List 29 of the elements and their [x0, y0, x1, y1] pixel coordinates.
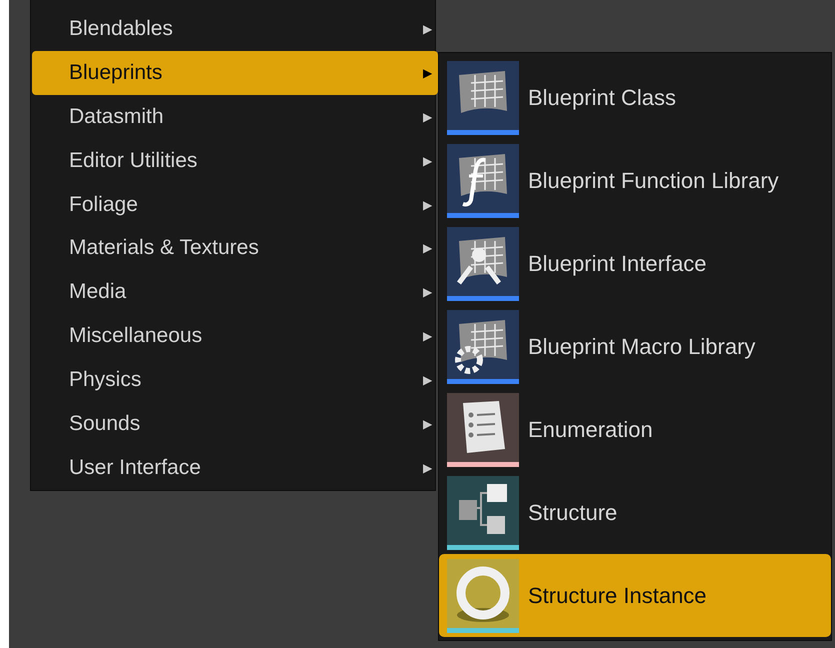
- menu-item[interactable]: Editor Utilities ▶: [32, 138, 438, 183]
- submenu-item[interactable]: Structure Instance: [439, 554, 831, 637]
- submenu-arrow-icon: ▶: [423, 22, 432, 36]
- submenu-arrow-icon: ▶: [423, 241, 432, 256]
- submenu-arrow-icon: ▶: [423, 373, 432, 388]
- submenu-item[interactable]: Enumeration: [439, 388, 831, 471]
- menu-item[interactable]: Blueprints ▶: [32, 50, 438, 95]
- submenu-item[interactable]: Structure: [439, 471, 831, 554]
- submenu-arrow-icon: ▶: [423, 329, 432, 344]
- submenu-arrow-icon: ▶: [423, 198, 432, 212]
- menu-item[interactable]: User Interface ▶: [32, 446, 438, 490]
- submenu-item[interactable]: Blueprint Macro Library: [439, 305, 831, 388]
- menu-item[interactable]: Sounds ▶: [32, 402, 438, 446]
- menu-item[interactable]: Datasmith ▶: [32, 94, 438, 139]
- submenu-item[interactable]: Blueprint Interface: [439, 222, 831, 305]
- menu-item[interactable]: Blendables ▶: [32, 7, 438, 51]
- menu-item[interactable]: Materials & Textures ▶: [32, 226, 438, 270]
- menu-item[interactable]: Physics ▶: [32, 358, 438, 402]
- submenu-arrow-icon: ▶: [423, 417, 432, 432]
- submenu-arrow-icon: ▶: [423, 285, 432, 300]
- menu-item[interactable]: Miscellaneous ▶: [32, 314, 438, 358]
- menu-item[interactable]: Foliage ▶: [32, 182, 438, 227]
- submenu-arrow-icon: ▶: [423, 110, 432, 124]
- submenu-arrow-icon: ▶: [423, 154, 432, 168]
- submenu-item[interactable]: Blueprint Class: [439, 56, 831, 139]
- menu-item[interactable]: Media ▶: [32, 270, 438, 314]
- submenu-item[interactable]: Blueprint Function Library: [439, 139, 831, 222]
- submenu-arrow-icon: ▶: [423, 461, 432, 476]
- submenu-arrow-icon: ▶: [423, 66, 432, 80]
